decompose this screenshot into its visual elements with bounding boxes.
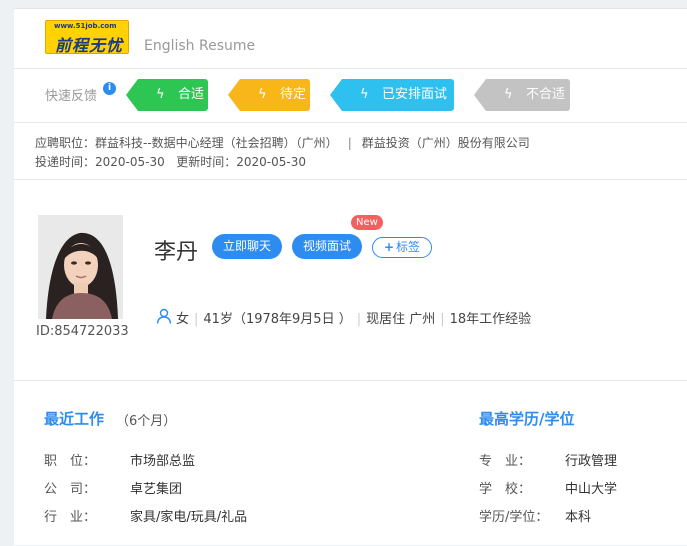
education-label: 学历/学位： <box>479 510 549 525</box>
feedback-unsuitable-button[interactable]: ϟ 不合适 <box>474 79 570 111</box>
info-icon[interactable]: i <box>103 82 116 95</box>
education-value: 中山大学 <box>565 482 618 497</box>
chat-now-button[interactable]: 立即聊天 <box>212 234 282 259</box>
logo-text: 前程无忧 <box>55 36 124 55</box>
feedback-unsuitable-label: 不合适 <box>526 87 566 102</box>
separator: | <box>347 136 352 150</box>
logo-url: www.51job.com <box>54 22 117 30</box>
recent-work-value: 市场部总监 <box>130 454 196 469</box>
recent-work-label: 行 业： <box>44 510 97 525</box>
summary-section: 最近工作 （6个月） 职 位： 市场部总监 公 司： 卓艺集团 行 业： 家具/… <box>14 381 687 546</box>
person-icon <box>156 308 172 328</box>
lightning-icon: ϟ <box>504 87 513 102</box>
feedback-pending-button[interactable]: ϟ 待定 <box>228 79 310 111</box>
dates-line: 投递时间：2020-05-30 更新时间：2020-05-30 <box>35 153 306 170</box>
updated-label: 更新时间： <box>176 155 237 169</box>
applied-position-value: 群益科技--数据中心经理（社会招聘）（广州） <box>95 136 338 150</box>
recent-work-title: 最近工作 <box>44 410 105 428</box>
education-value: 本科 <box>565 510 592 525</box>
quick-feedback-label: 快速反馈 <box>45 89 98 104</box>
recent-work-label: 公 司： <box>44 482 97 497</box>
education-label: 专 业： <box>479 454 532 469</box>
candidate-profile: ID:854722033 李丹 立即聊天 视频面试 New + 标签 女 | 41岁（… <box>14 180 687 381</box>
delivered-value: 2020-05-30 <box>95 155 165 169</box>
plus-icon: + <box>383 240 395 254</box>
candidate-photo <box>38 215 123 319</box>
candidate-id: ID:854722033 <box>36 324 129 339</box>
divider: | <box>194 312 199 327</box>
recent-work-duration: （6个月） <box>116 414 177 429</box>
education-value: 行政管理 <box>565 454 618 469</box>
quick-feedback-bar: 快速反馈 i ϟ 合适 ϟ 待定 ϟ 已安排面试 ϟ 不合适 <box>14 69 687 123</box>
header: www.51job.com 前程无忧 English Resume <box>14 9 687 69</box>
education-label: 学 校： <box>479 482 532 497</box>
feedback-interview-label: 已安排面试 <box>382 87 448 102</box>
education-title: 最高学历/学位 <box>479 410 575 428</box>
applied-position-line: 应聘职位：群益科技--数据中心经理（社会招聘）（广州） | 群益投资（广州）股份有限… <box>35 134 530 151</box>
feedback-suitable-label: 合适 <box>178 87 205 102</box>
video-interview-button[interactable]: 视频面试 <box>292 234 362 259</box>
lightning-icon: ϟ <box>360 87 369 102</box>
resume-page: www.51job.com 前程无忧 English Resume 快速反馈 i… <box>14 8 687 545</box>
lightning-icon: ϟ <box>258 87 267 102</box>
add-tag-button[interactable]: + 标签 <box>372 237 432 258</box>
candidate-basic-info: 女 | 41岁（1978年9月5日 ） | 现居住 广州 | 18年工作经验 <box>176 308 531 327</box>
divider: | <box>356 312 362 327</box>
updated-value: 2020-05-30 <box>236 155 306 169</box>
candidate-name: 李丹 <box>154 240 199 265</box>
gender: 女 <box>176 312 190 327</box>
work-experience: 18年工作经验 <box>449 312 532 327</box>
divider: | <box>440 312 445 327</box>
feedback-pending-label: 待定 <box>280 87 307 102</box>
application-info: 应聘职位：群益科技--数据中心经理（社会招聘）（广州） | 群益投资（广州）股份有限… <box>14 123 687 180</box>
new-badge: New <box>351 215 383 230</box>
recent-work-value: 卓艺集团 <box>130 482 183 497</box>
add-tag-label: 标签 <box>396 240 421 254</box>
company-name: 群益投资（广州）股份有限公司 <box>361 136 530 150</box>
applied-position-label: 应聘职位： <box>35 136 96 150</box>
feedback-suitable-button[interactable]: ϟ 合适 <box>126 79 208 111</box>
recent-work-label: 职 位： <box>44 454 97 469</box>
age: 41岁（1978年9月5日 ） <box>203 312 352 327</box>
feedback-interview-button[interactable]: ϟ 已安排面试 <box>330 79 454 111</box>
delivered-label: 投递时间： <box>35 155 96 169</box>
english-resume-link[interactable]: English Resume <box>144 38 255 54</box>
recent-work-value: 家具/家电/玩具/礼品 <box>130 510 248 525</box>
residence: 现居住 广州 <box>366 312 436 327</box>
logo[interactable]: www.51job.com 前程无忧 <box>45 20 129 55</box>
lightning-icon: ϟ <box>156 87 165 102</box>
